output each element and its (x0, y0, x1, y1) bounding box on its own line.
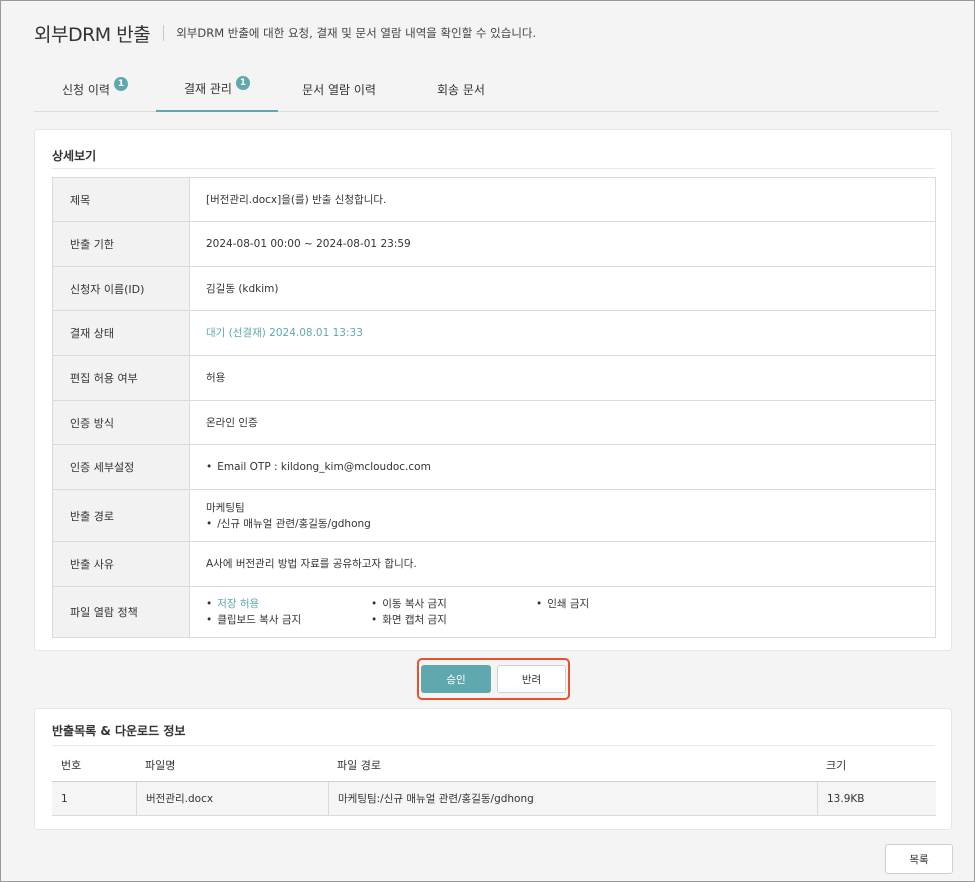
auth-text: 온라인 인증 (206, 416, 258, 429)
row-value: 저장 허용 이동 복사 금지 인쇄 금지 클립보드 복사 금지 화면 캡처 금지 (190, 587, 935, 637)
path-department: 마케팅팀 (206, 501, 245, 514)
row-label: 파일 열람 정책 (53, 587, 190, 637)
row-label: 반출 경로 (53, 490, 190, 541)
column-header-size: 크기 (826, 758, 847, 772)
row-value: 온라인 인증 (190, 401, 935, 444)
files-title: 반출목록 & 다운로드 정보 (52, 724, 186, 738)
tab-label: 회송 문서 (437, 83, 485, 97)
row-value: 대기 (선결재) 2024.08.01 13:33 (190, 311, 935, 355)
row-value: [버전관리.docx]을(를) 반출 신청합니다. (190, 178, 935, 221)
path-folder: /신규 매뉴얼 관련/홍길동/gdhong (206, 516, 935, 532)
detail-row-auth: 인증 방식 온라인 인증 (53, 401, 935, 445)
row-value: 김길동 (kdkim) (190, 267, 935, 310)
policy-item: 인쇄 금지 (536, 596, 701, 612)
cell-number: 1 (61, 792, 68, 805)
column-header-filepath: 파일 경로 (337, 758, 381, 772)
table-row[interactable]: 1 버전관리.docx 마케팅팀:/신규 매뉴얼 관련/홍길동/gdhong 1… (52, 782, 936, 816)
row-value: 2024-08-01 00:00 ~ 2024-08-01 23:59 (190, 222, 935, 266)
detail-row-path: 반출 경로 마케팅팀 /신규 매뉴얼 관련/홍길동/gdhong (53, 490, 935, 542)
row-value: A사에 버전관리 방법 자료를 공유하고자 합니다. (190, 542, 935, 586)
policy-item: 화면 캡처 금지 (371, 612, 536, 628)
tab-label: 문서 열람 이력 (302, 83, 376, 97)
detail-row-auth-detail: 인증 세부설정 Email OTP : kildong_kim@mcloudoc… (53, 445, 935, 490)
detail-title: 상세보기 (52, 149, 97, 163)
policy-list: 저장 허용 이동 복사 금지 인쇄 금지 클립보드 복사 금지 화면 캡처 금지 (206, 596, 935, 628)
row-label: 인증 세부설정 (53, 445, 190, 489)
row-label: 신청자 이름(ID) (53, 267, 190, 310)
file-table: 번호 파일명 파일 경로 크기 1 버전관리.docx 마케팅팀:/신규 매뉴얼… (52, 748, 936, 816)
row-label: 반출 사유 (53, 542, 190, 586)
page-header: 외부DRM 반출 외부DRM 반출에 대한 요청, 결재 및 문서 열람 내역을… (34, 19, 536, 47)
column-header-filename: 파일명 (145, 758, 176, 772)
auth-detail-text: Email OTP : kildong_kim@mcloudoc.com (206, 459, 935, 475)
approval-status-text: 대기 (선결재) 2024.08.01 13:33 (206, 327, 363, 339)
page-description: 외부DRM 반출에 대한 요청, 결재 및 문서 열람 내역을 확인할 수 있습… (176, 26, 537, 40)
row-label: 결재 상태 (53, 311, 190, 355)
cell-size: 13.9KB (817, 782, 936, 815)
column-header-number: 번호 (61, 758, 82, 772)
tab-approval-management[interactable]: 결재 관리 1 (156, 67, 278, 112)
cell-filename: 버전관리.docx (136, 782, 328, 815)
table-header: 번호 파일명 파일 경로 크기 (52, 748, 936, 782)
applicant-text: 김길동 (kdkim) (206, 282, 279, 295)
policy-item: 이동 복사 금지 (371, 596, 536, 612)
detail-row-period: 반출 기한 2024-08-01 00:00 ~ 2024-08-01 23:5… (53, 222, 935, 267)
files-panel: 반출목록 & 다운로드 정보 번호 파일명 파일 경로 크기 1 버전관리.do… (34, 708, 952, 830)
reason-text: A사에 버전관리 방법 자료를 공유하고자 합니다. (206, 558, 417, 570)
tab-returned-documents[interactable]: 회송 문서 (400, 67, 522, 112)
count-badge: 1 (113, 76, 128, 91)
detail-row-subject: 제목 [버전관리.docx]을(를) 반출 신청합니다. (53, 178, 935, 222)
list-button[interactable]: 목록 (885, 844, 953, 874)
row-value: 마케팅팀 /신규 매뉴얼 관련/홍길동/gdhong (190, 490, 935, 541)
detail-table: 제목 [버전관리.docx]을(를) 반출 신청합니다. 반출 기한 2024-… (52, 177, 936, 638)
window-frame: 외부DRM 반출 외부DRM 반출에 대한 요청, 결재 및 문서 열람 내역을… (0, 0, 975, 882)
tab-label: 결재 관리 (184, 82, 232, 96)
period-text: 2024-08-01 00:00 ~ 2024-08-01 23:59 (206, 238, 411, 250)
row-label: 인증 방식 (53, 401, 190, 444)
cell-filepath: 마케팅팀:/신규 매뉴얼 관련/홍길동/gdhong (328, 782, 817, 815)
tab-request-history[interactable]: 신청 이력 1 (34, 67, 156, 112)
detail-panel: 상세보기 제목 [버전관리.docx]을(를) 반출 신청합니다. 반출 기한 … (34, 129, 952, 651)
policy-item: 저장 허용 (206, 596, 371, 612)
header-divider (163, 25, 165, 41)
count-badge: 1 (235, 75, 250, 90)
tab-label: 신청 이력 (62, 83, 110, 97)
subject-text: [버전관리.docx]을(를) 반출 신청합니다. (206, 193, 387, 206)
row-label: 반출 기한 (53, 222, 190, 266)
divider (52, 745, 935, 746)
edit-text: 허용 (206, 372, 226, 384)
row-label: 편집 허용 여부 (53, 356, 190, 400)
detail-row-status: 결재 상태 대기 (선결재) 2024.08.01 13:33 (53, 311, 935, 356)
policy-item: 클립보드 복사 금지 (206, 612, 371, 628)
approve-button[interactable]: 승인 (421, 665, 491, 693)
row-value: Email OTP : kildong_kim@mcloudoc.com (190, 445, 935, 489)
reject-button[interactable]: 반려 (497, 665, 566, 693)
tab-bar: 신청 이력 1 결재 관리 1 문서 열람 이력 회송 문서 (34, 67, 939, 112)
detail-row-reason: 반출 사유 A사에 버전관리 방법 자료를 공유하고자 합니다. (53, 542, 935, 587)
page-title: 외부DRM 반출 (34, 23, 151, 46)
row-label: 제목 (53, 178, 190, 221)
detail-row-edit: 편집 허용 여부 허용 (53, 356, 935, 401)
tab-document-view-history[interactable]: 문서 열람 이력 (278, 67, 400, 112)
detail-row-policy: 파일 열람 정책 저장 허용 이동 복사 금지 인쇄 금지 클립보드 복사 금지… (53, 587, 935, 637)
detail-row-applicant: 신청자 이름(ID) 김길동 (kdkim) (53, 267, 935, 311)
divider (52, 168, 935, 169)
row-value: 허용 (190, 356, 935, 400)
